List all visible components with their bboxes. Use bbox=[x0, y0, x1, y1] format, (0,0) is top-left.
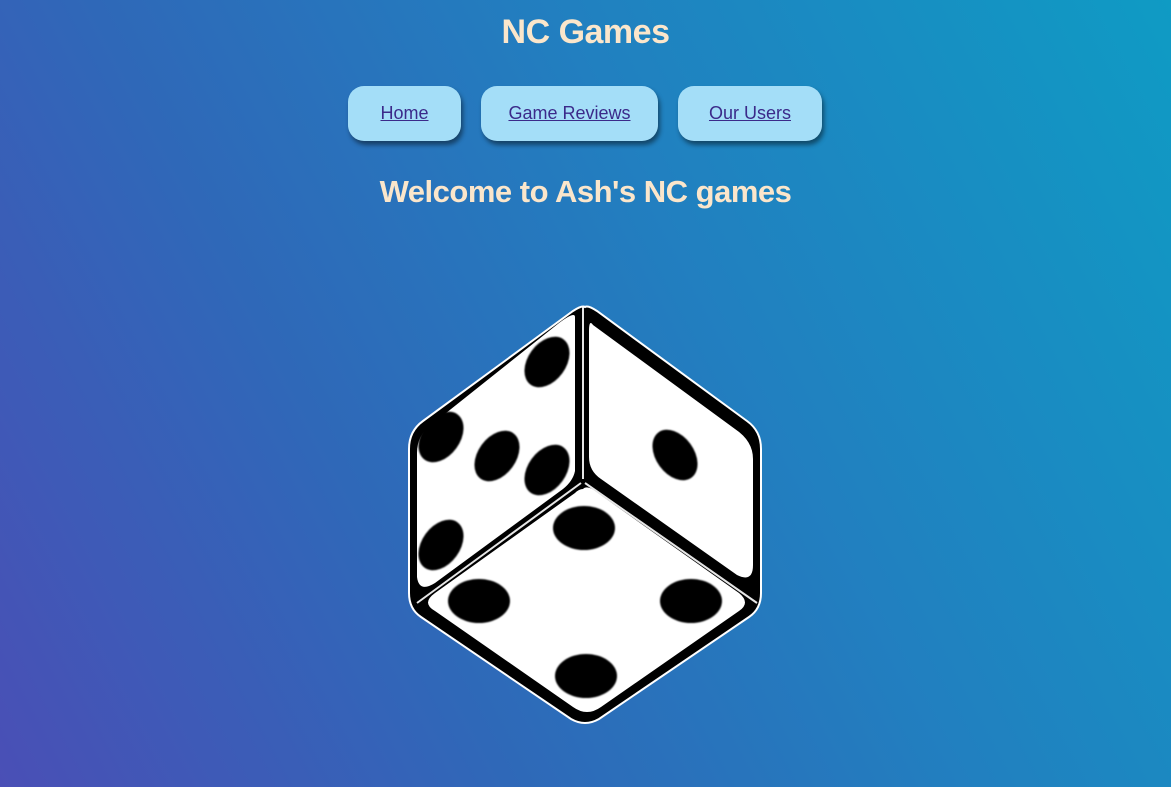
dice-icon bbox=[408, 305, 762, 724]
dice-pip bbox=[448, 579, 510, 623]
nav-home-link[interactable]: Home bbox=[380, 103, 428, 124]
dice-pip bbox=[555, 654, 617, 698]
dice-pip bbox=[553, 506, 615, 550]
nav-our-users-link[interactable]: Our Users bbox=[709, 103, 791, 124]
dice-image bbox=[405, 303, 765, 727]
nav-game-reviews-link[interactable]: Game Reviews bbox=[508, 103, 630, 124]
site-title: NC Games bbox=[501, 13, 670, 51]
nav-our-users-button[interactable]: Our Users bbox=[678, 86, 822, 141]
main-nav: Home Game Reviews Our Users bbox=[0, 86, 1171, 141]
welcome-heading: Welcome to Ash's NC games bbox=[379, 174, 792, 209]
nav-game-reviews-button[interactable]: Game Reviews bbox=[481, 86, 658, 141]
nav-home-button[interactable]: Home bbox=[348, 86, 461, 141]
dice-pip bbox=[660, 579, 722, 623]
